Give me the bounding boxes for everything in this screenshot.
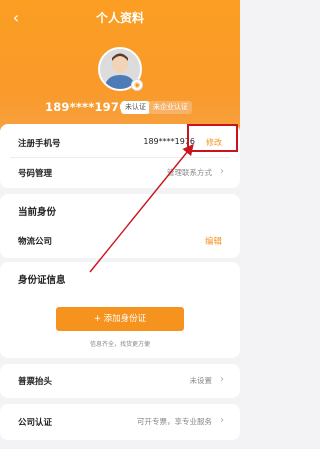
number-management-value: 管理联系方式 — [167, 168, 212, 177]
id-card-hint: 信息齐全，找货更方便 — [89, 341, 150, 348]
status-badge-unverified: 未认证 — [121, 101, 150, 114]
status-badge-company: 未企业认证 — [149, 101, 192, 114]
company-label: 公司认证 — [18, 418, 53, 428]
annotation-highlight-box — [187, 124, 238, 152]
invoice-card[interactable]: 普票抬头 未设置 › — [0, 364, 240, 398]
company-row[interactable]: 公司认证 可开专票，享专业服务 › — [0, 407, 240, 437]
phone-label: 注册手机号 — [18, 139, 61, 149]
invoice-value: 未设置 — [189, 376, 213, 385]
add-id-card-button[interactable]: + 添加身份证 — [56, 307, 184, 331]
number-management-row[interactable]: 号码管理 管理联系方式 › — [0, 158, 240, 188]
chevron-right-icon: › — [220, 374, 224, 385]
identity-title: 当前身份 — [18, 207, 57, 218]
page-title: 个人资料 — [95, 11, 144, 25]
role-label: 物流公司 — [18, 237, 53, 247]
company-value: 可开专票，享专业服务 — [137, 417, 212, 426]
edit-role-link[interactable]: 编辑 — [205, 235, 222, 247]
chevron-right-icon: › — [220, 166, 224, 177]
identity-card: 当前身份 物流公司 编辑 — [0, 194, 240, 258]
invoice-row[interactable]: 普票抬头 未设置 › — [0, 366, 240, 396]
camera-icon[interactable]: ◉ — [131, 79, 143, 91]
company-card[interactable]: 公司认证 可开专票，享专业服务 › — [0, 404, 240, 440]
profile-phone: 189****1976 — [45, 100, 128, 114]
number-management-label: 号码管理 — [18, 169, 53, 179]
role-row: 物流公司 编辑 — [0, 226, 240, 256]
chevron-right-icon: › — [220, 415, 224, 426]
invoice-label: 普票抬头 — [18, 377, 53, 387]
id-card-title: 身份证信息 — [18, 275, 66, 286]
